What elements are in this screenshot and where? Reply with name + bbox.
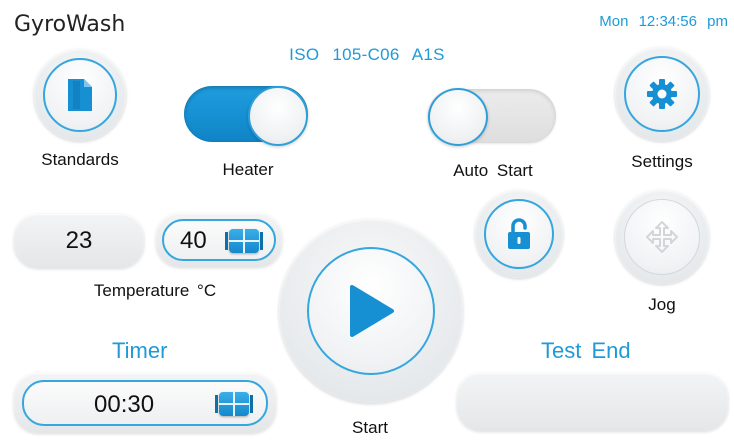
clock: Mon 12:34:56 pm — [599, 13, 728, 30]
clock-day: Mon — [599, 13, 629, 30]
settings-button-face[interactable] — [624, 56, 700, 132]
auto-start-label: Auto Start — [453, 161, 533, 180]
lock-button-face[interactable] — [484, 199, 554, 269]
temperature-label: Temperature °C — [93, 281, 217, 300]
lock-button[interactable] — [475, 190, 563, 278]
jog-button[interactable] — [615, 190, 709, 284]
settings-label: Settings — [631, 152, 693, 171]
play-icon — [350, 285, 394, 337]
test-end-heading: Test End — [541, 338, 631, 363]
timer-value: 00:30 — [94, 391, 155, 418]
standards-button[interactable] — [34, 49, 126, 141]
heater-toggle-knob[interactable] — [248, 86, 308, 146]
unlocked-padlock-icon — [508, 218, 530, 249]
heater-toggle[interactable] — [184, 86, 308, 146]
auto-start-toggle[interactable] — [428, 88, 556, 146]
test-end-display — [457, 373, 728, 431]
auto-start-toggle-knob[interactable] — [428, 88, 488, 146]
timer-field[interactable]: 00:30 — [14, 373, 276, 433]
document-icon — [68, 79, 92, 111]
jog-button-face[interactable] — [624, 199, 700, 275]
start-label: Start — [352, 418, 388, 437]
gear-icon — [647, 79, 677, 109]
heater-label: Heater — [222, 160, 274, 179]
move-arrows-icon — [646, 221, 678, 253]
jog-label: Jog — [648, 295, 676, 314]
timer-heading: Timer — [112, 338, 168, 363]
app-title: GyroWash — [14, 12, 126, 37]
temperature-current-display: 23 — [14, 214, 144, 268]
standards-button-face[interactable] — [43, 58, 117, 132]
temperature-stepper-icon[interactable] — [225, 229, 263, 253]
temperature-setpoint-value: 40 — [180, 227, 207, 254]
settings-button[interactable] — [615, 47, 709, 141]
timer-field-inner[interactable]: 00:30 — [22, 380, 268, 426]
temperature-setpoint-field[interactable]: 40 — [156, 213, 282, 267]
timer-stepper-icon[interactable] — [215, 392, 253, 416]
standards-label: Standards — [41, 150, 119, 169]
clock-time: 12:34:56 pm — [638, 13, 728, 30]
temperature-setpoint-inner[interactable]: 40 — [162, 219, 276, 261]
start-button-face[interactable] — [307, 247, 435, 375]
start-button[interactable] — [279, 219, 463, 403]
temperature-current-value: 23 — [65, 227, 93, 254]
